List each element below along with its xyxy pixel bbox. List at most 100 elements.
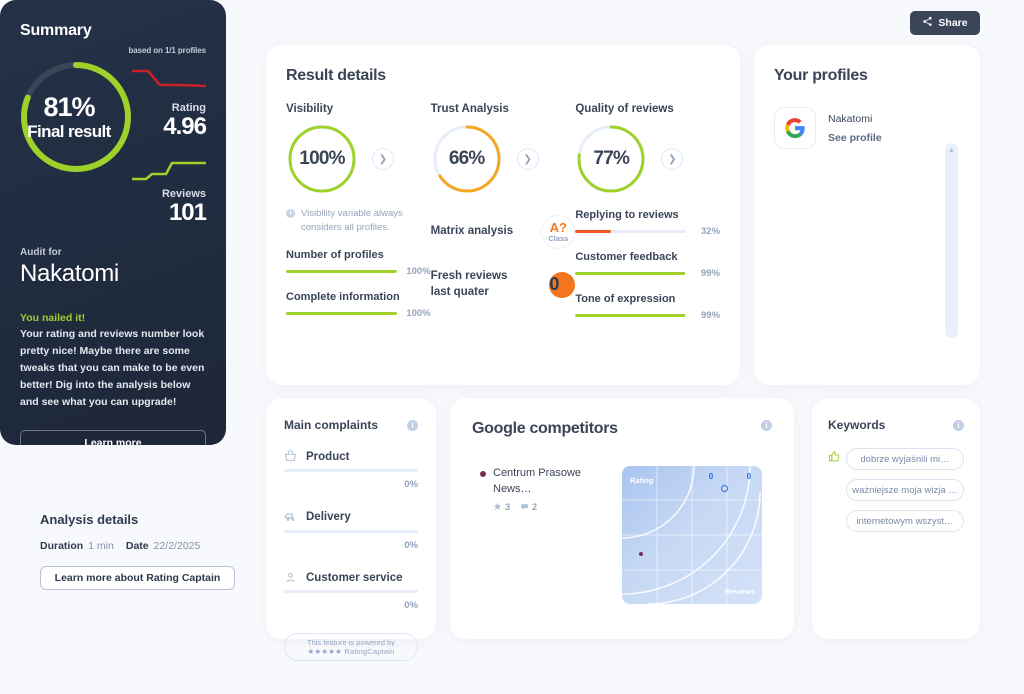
matrix-data-point — [638, 551, 643, 556]
learn-more-button[interactable]: Learn more — [20, 430, 206, 445]
complaint-bar-track — [284, 530, 418, 533]
final-result-label: Final result — [27, 122, 111, 141]
metric-bar-track — [575, 230, 687, 233]
chevron-right-icon[interactable]: ❯ — [661, 148, 684, 170]
summary-headline: You nailed it! — [20, 312, 86, 325]
result-ring-value: 66% — [448, 148, 485, 169]
audit-name: Nakatomi — [20, 260, 119, 288]
keywords-card: Keywords i dobrze wyjaśnili mi… ważniejsz… — [812, 398, 980, 639]
rating-value: 4.96 — [163, 113, 207, 140]
matrix-marker-label: 0 — [746, 471, 752, 481]
analysis-details: Analysis details Duration 1 min Date 22/2/2… — [40, 512, 270, 590]
metric-bar-item: Complete information 100% — [286, 291, 431, 319]
metric-bar-track — [286, 311, 397, 315]
main-complaints-title: Main complaints — [284, 418, 379, 432]
basket-icon — [284, 450, 298, 463]
complaint-item: Product 0% — [284, 450, 418, 492]
metric-bar-label: Customer feedback — [575, 251, 678, 263]
keyword-chip[interactable]: ważniejsze moja wizja … — [846, 479, 964, 501]
complaint-item: Customer service 0% — [284, 571, 418, 613]
profiles-scrollbar[interactable]: ▲ — [945, 143, 958, 338]
result-kv-label: Matrix analysis — [430, 225, 514, 238]
chevron-right-icon[interactable]: ❯ — [372, 148, 394, 170]
final-result-donut: 81% Final result — [16, 57, 131, 177]
competitors-matrix-chart: Rating Reviews 0 0 — [622, 466, 762, 604]
google-icon — [774, 107, 816, 149]
metric-bar-value: 100% — [406, 265, 431, 277]
summary-title: Summary — [20, 22, 92, 39]
result-ring-chart: 77% — [575, 123, 647, 195]
powered-by-line1: This feature is powered by — [307, 637, 395, 647]
metric-bar-track — [286, 269, 397, 273]
analysis-meta-row: Duration 1 min Date 22/2/2025 — [40, 540, 270, 552]
info-icon[interactable]: i — [407, 419, 418, 431]
complaint-bar-track — [284, 590, 418, 593]
metric-bar-track — [575, 272, 687, 275]
see-profile-link[interactable]: See profile — [828, 132, 882, 144]
metric-bar-item: Customer feedback 99% — [575, 251, 720, 279]
competitor-reviews-value: 2 — [532, 502, 538, 513]
user-icon — [284, 571, 298, 584]
result-kv-row: Matrix analysis A? Class — [431, 215, 576, 249]
keywords-title: Keywords — [828, 418, 886, 432]
metric-bar-fill — [575, 272, 685, 275]
rating-sparkline — [132, 65, 207, 104]
result-column-head: Visibility — [286, 103, 334, 115]
analysis-title: Analysis details — [40, 512, 139, 527]
info-icon: i — [286, 209, 295, 218]
complaint-bar-track — [284, 469, 418, 472]
learn-more-rating-captain-button[interactable]: Learn more about Rating Captain — [40, 566, 235, 590]
metric-bar-item: Replying to reviews 32% — [575, 209, 720, 237]
summary-body: Your rating and reviews number look pret… — [20, 328, 205, 408]
profile-list-item[interactable]: Nakatomi See profile — [774, 107, 960, 149]
class-badge-sub: Class — [548, 234, 569, 244]
date-value: 22/2/2025 — [153, 540, 201, 552]
final-result-percent: 81% — [43, 92, 95, 122]
keyword-row: internetowym wszyst… — [828, 510, 964, 532]
competitor-rating-value: 3 — [505, 502, 511, 513]
competitor-rating: 3 — [493, 502, 510, 513]
info-icon[interactable]: i — [761, 420, 772, 431]
complaint-value: 0% — [404, 540, 418, 551]
fresh-reviews-count: 0 — [549, 274, 560, 295]
profile-name: Nakatomi — [828, 112, 873, 125]
result-ring-value: 77% — [593, 148, 630, 169]
keyword-chip[interactable]: internetowym wszyst… — [846, 510, 964, 532]
class-badge: A? Class — [541, 215, 576, 249]
keyword-row: ważniejsze moja wizja … — [828, 479, 964, 501]
matrix-y-label: Rating — [630, 476, 654, 485]
your-profiles-card: Your profiles Nakatomi See profile ▲ — [754, 45, 980, 385]
truck-icon — [284, 510, 298, 524]
chevron-up-icon: ▲ — [948, 147, 955, 154]
complaint-item: Delivery 0% — [284, 510, 418, 553]
competitor-list-item[interactable]: Centrum Prasowe News… 3 2 — [480, 466, 622, 513]
matrix-x-label: Reviews — [724, 587, 755, 596]
fresh-reviews-badge: 0 — [541, 270, 576, 300]
keyword-chip[interactable]: dobrze wyjaśnili mi… — [846, 448, 964, 470]
metric-bar-value: 100% — [406, 307, 431, 319]
metric-bar-track — [575, 314, 687, 317]
complaint-label: Product — [306, 450, 350, 463]
result-column-1: Trust Analysis 66% ❯ Matrix analysis A? Class… — [431, 103, 576, 321]
complaint-value: 0% — [404, 479, 418, 490]
reviews-value: 101 — [168, 199, 207, 227]
share-button[interactable]: Share — [910, 11, 980, 35]
competitor-reviews: 2 — [520, 502, 537, 513]
complaint-value: 0% — [404, 600, 418, 611]
metric-bar-value: 32% — [701, 226, 721, 237]
reviews-sparkline — [132, 155, 206, 190]
metric-bar-label: Replying to reviews — [575, 209, 679, 221]
result-column-0: Visibility 100% ❯ i Visibility variable alwa… — [286, 103, 431, 321]
star-icon — [493, 502, 502, 513]
chevron-right-icon[interactable]: ❯ — [516, 148, 539, 170]
result-ring-value: 100% — [299, 148, 345, 169]
rating-metric: Rating 4.96 — [132, 65, 207, 140]
info-icon[interactable]: i — [953, 419, 964, 431]
metric-bar-fill — [286, 311, 397, 315]
matrix-marker-label: 0 — [708, 471, 714, 481]
metric-bar-value: 99% — [701, 268, 721, 279]
duration-value: 1 min — [88, 540, 114, 552]
result-column-head: Trust Analysis — [430, 103, 509, 115]
competitor-name: Centrum Prasowe News… — [493, 467, 582, 495]
share-icon — [922, 16, 933, 30]
